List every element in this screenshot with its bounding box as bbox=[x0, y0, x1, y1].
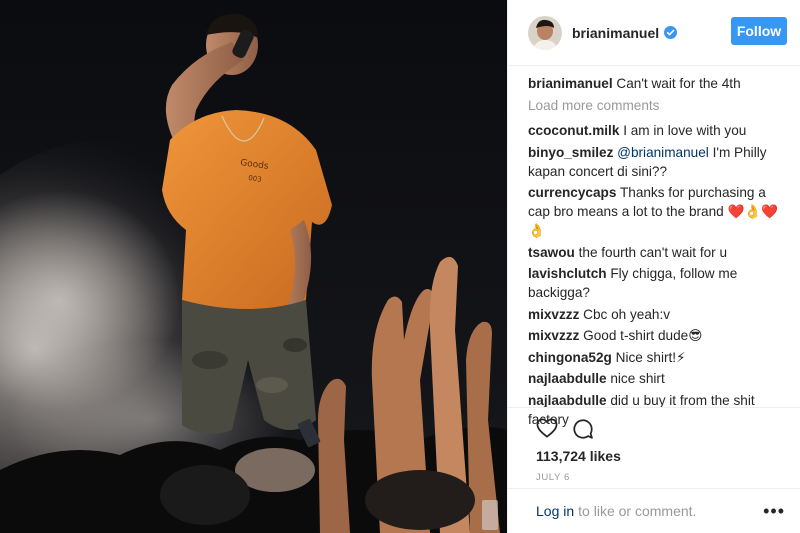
list-item: mixvzzz Cbc oh yeah:v bbox=[528, 305, 786, 324]
comments-list: brianimanuel Can't wait for the 4th Load… bbox=[528, 74, 786, 431]
comment-username[interactable]: mixvzzz bbox=[528, 328, 579, 343]
login-prompt-text: to like or comment. bbox=[578, 503, 697, 519]
caption: brianimanuel Can't wait for the 4th bbox=[528, 74, 786, 93]
post-side-panel: brianimanuel Follow brianimanuel Can't w… bbox=[507, 0, 800, 533]
comment-username[interactable]: currencycaps bbox=[528, 185, 616, 200]
concert-photo-illustration: Goods 003 bbox=[0, 0, 507, 533]
heart-icon[interactable] bbox=[536, 418, 558, 445]
comment-username[interactable]: najlaabdulle bbox=[528, 393, 607, 408]
login-link[interactable]: Log in bbox=[536, 503, 574, 519]
instagram-post: Goods 003 brianimanuel Follow brianimanu… bbox=[0, 0, 800, 533]
post-footer: Log in to like or comment. ••• bbox=[508, 488, 800, 533]
comment-text: nice shirt bbox=[610, 371, 665, 386]
list-item: tsawou the fourth can't wait for u bbox=[528, 243, 786, 262]
comment-username[interactable]: lavishclutch bbox=[528, 266, 607, 281]
verified-badge-icon bbox=[664, 26, 678, 39]
comment-mention-link[interactable]: @brianimanuel bbox=[617, 145, 709, 160]
comment-text: Nice shirt!⚡ bbox=[615, 349, 686, 365]
comment-username[interactable]: chingona52g bbox=[528, 350, 612, 365]
comment-text: Good t-shirt dude😎 bbox=[583, 328, 703, 343]
action-icons bbox=[536, 418, 608, 445]
comment-username[interactable]: tsawou bbox=[528, 245, 575, 260]
list-item: najlaabdulle nice shirt bbox=[528, 369, 786, 388]
post-actions: 113,724 likes JULY 6 bbox=[508, 407, 800, 483]
comment-username[interactable]: mixvzzz bbox=[528, 307, 579, 322]
list-item: binyo_smilez @brianimanuel I'm Philly ka… bbox=[528, 143, 786, 181]
comment-bubble-icon[interactable] bbox=[572, 418, 594, 445]
list-item: chingona52g Nice shirt!⚡ bbox=[528, 348, 786, 367]
comment-text: the fourth can't wait for u bbox=[578, 244, 728, 260]
comment-text: I am in love with you bbox=[623, 123, 747, 138]
avatar[interactable] bbox=[528, 15, 562, 50]
comment-username[interactable]: najlaabdulle bbox=[528, 371, 607, 386]
caption-username[interactable]: brianimanuel bbox=[528, 76, 613, 91]
post-header: brianimanuel Follow bbox=[508, 0, 800, 66]
post-date: JULY 6 bbox=[536, 472, 570, 483]
header-username[interactable]: brianimanuel bbox=[572, 25, 659, 41]
avatar-image bbox=[528, 15, 562, 50]
list-item: currencycaps Thanks for purchasing a cap… bbox=[528, 183, 786, 240]
caption-text: Can't wait for the 4th bbox=[616, 76, 741, 91]
more-options-icon[interactable]: ••• bbox=[763, 501, 785, 522]
comment-text: Cbc oh yeah:v bbox=[583, 306, 671, 322]
list-item: ccoconut.milk I am in love with you bbox=[528, 121, 786, 140]
list-item: mixvzzz Good t-shirt dude😎 bbox=[528, 326, 786, 345]
post-photo[interactable]: Goods 003 bbox=[0, 0, 507, 533]
follow-button[interactable]: Follow bbox=[731, 17, 787, 45]
likes-count[interactable]: 113,724 likes bbox=[536, 448, 621, 464]
list-item: lavishclutch Fly chigga, follow me backi… bbox=[528, 264, 786, 302]
comment-username[interactable]: ccoconut.milk bbox=[528, 123, 619, 138]
comment-username[interactable]: binyo_smilez bbox=[528, 145, 613, 160]
load-more-comments-link[interactable]: Load more comments bbox=[528, 96, 786, 115]
